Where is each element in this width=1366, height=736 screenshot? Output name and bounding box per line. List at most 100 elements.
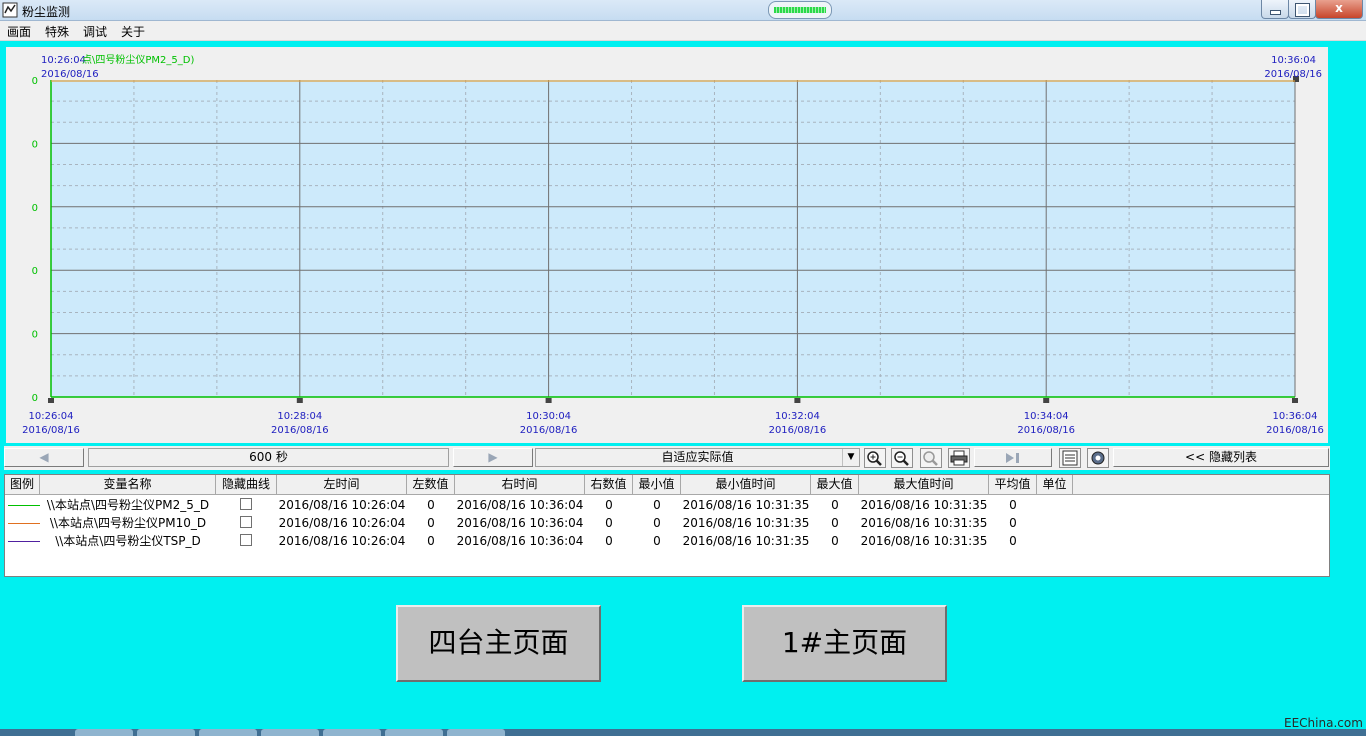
- scroll-left-button[interactable]: ◀: [4, 448, 84, 467]
- zoom-out-icon: [894, 451, 909, 466]
- x-tick-mark: [794, 398, 801, 403]
- chart-canvas[interactable]: 0 0 0 0 0 0 10:26:04 2016/08/16 10:28:04 2016/08…: [6, 47, 1328, 443]
- x-tick-date: 2016/08/16: [271, 425, 329, 436]
- menu-item-special[interactable]: 特殊: [45, 23, 69, 40]
- x-tick-date: 2016/08/16: [1266, 425, 1324, 436]
- y-tick-label: 0: [32, 266, 38, 277]
- app-icon: [2, 2, 18, 18]
- scroll-right-button[interactable]: ▶: [453, 448, 533, 467]
- cell-avg: 0: [1009, 516, 1017, 530]
- header-left-date: 2016/08/16: [41, 69, 99, 80]
- y-tick-label: 0: [32, 393, 38, 404]
- x-tick-mark: [1292, 398, 1298, 403]
- column-header-average[interactable]: 平均值: [989, 475, 1037, 495]
- zoom-out-button[interactable]: [891, 448, 913, 468]
- x-tick-date: 2016/08/16: [769, 425, 827, 436]
- column-header-left-value[interactable]: 左数值: [407, 475, 455, 495]
- minimize-button[interactable]: [1261, 0, 1289, 19]
- chevron-down-icon[interactable]: ▼: [842, 449, 859, 466]
- legend-swatch: [8, 523, 40, 524]
- hide-curve-checkbox[interactable]: [240, 534, 252, 546]
- table-row[interactable]: \\本站点\四号粉尘仪PM2_5_D 2016/08/16 10:26:04 0 20…: [5, 496, 1329, 514]
- play-pause-icon: [1006, 453, 1019, 463]
- scale-mode-select[interactable]: 自适应实际值 ▼: [535, 448, 860, 467]
- x-tick-time: 10:26:04: [29, 411, 74, 422]
- gear-icon: [1091, 451, 1105, 465]
- plot-area: [51, 80, 1295, 397]
- x-tick-date: 2016/08/16: [520, 425, 578, 436]
- unit-1-main-page-button[interactable]: 1#主页面: [742, 605, 947, 682]
- zoom-reset-icon: [923, 451, 938, 466]
- x-tick-mark: [48, 398, 54, 403]
- window-title: 粉尘监测: [22, 5, 71, 19]
- column-header-filler: [1073, 475, 1329, 495]
- column-header-variable[interactable]: 变量名称: [40, 475, 216, 495]
- taskbar-item[interactable]: [447, 729, 505, 736]
- hide-curve-checkbox[interactable]: [240, 516, 252, 528]
- column-header-left-time[interactable]: 左时间: [277, 475, 407, 495]
- watermark: EEChina.com: [1284, 716, 1363, 730]
- menu-item-screen[interactable]: 画面: [7, 23, 31, 40]
- taskbar-item[interactable]: [261, 729, 319, 736]
- close-icon: x: [1335, 1, 1343, 15]
- trend-chart: 0 0 0 0 0 0 10:26:04 2016/08/16 10:28:04 2016/08…: [6, 47, 1328, 443]
- y-tick-label: 0: [32, 139, 38, 150]
- taskbar-item[interactable]: [199, 729, 257, 736]
- x-tick-mark: [545, 398, 552, 403]
- column-header-legend[interactable]: 图例: [5, 475, 40, 495]
- left-arrow-icon: ◀: [39, 450, 49, 464]
- column-header-right-time[interactable]: 右时间: [455, 475, 585, 495]
- zoom-in-icon: [867, 451, 882, 466]
- legend-swatch: [8, 541, 40, 542]
- column-header-min[interactable]: 最小值: [633, 475, 681, 495]
- maximize-button[interactable]: [1288, 0, 1316, 19]
- four-unit-main-page-button[interactable]: 四台主页面: [396, 605, 601, 682]
- x-tick-time: 10:34:04: [1024, 411, 1069, 422]
- taskbar-item[interactable]: [75, 729, 133, 736]
- y-tick-label: 0: [32, 203, 38, 214]
- table-row[interactable]: \\本站点\四号粉尘仪PM10_D 2016/08/16 10:26:04 0 201…: [5, 514, 1329, 532]
- x-tick-time: 10:36:04: [1273, 411, 1318, 422]
- x-tick-mark: [1043, 398, 1050, 403]
- duration-field[interactable]: 600 秒: [88, 448, 449, 467]
- zoom-in-button[interactable]: [864, 448, 886, 468]
- variable-name: \\本站点\四号粉尘仪PM10_D: [49, 516, 207, 530]
- column-header-max[interactable]: 最大值: [811, 475, 859, 495]
- x-tick-time: 10:28:04: [277, 411, 322, 422]
- header-left-time: 10:26:04: [41, 55, 86, 66]
- menu-item-debug[interactable]: 调试: [83, 23, 107, 40]
- close-button[interactable]: x: [1315, 0, 1363, 19]
- series-table: 图例 变量名称 隐藏曲线 左时间 左数值 右时间 右数值 最小值 最小值时间 最…: [4, 474, 1330, 577]
- header-right-time: 10:36:04: [1271, 55, 1316, 66]
- taskbar-item[interactable]: [137, 729, 195, 736]
- settings-button[interactable]: [1087, 448, 1109, 468]
- menu-bar: 画面 特殊 调试 关于: [0, 21, 1366, 41]
- header-series-label: 点\四号粉尘仪PM2_5_D): [82, 53, 194, 66]
- right-arrow-icon: ▶: [488, 450, 498, 464]
- cell-avg: 0: [1009, 498, 1017, 512]
- header-right-date: 2016/08/16: [1264, 69, 1322, 80]
- x-tick-time: 10:30:04: [526, 411, 571, 422]
- taskbar-item[interactable]: [385, 729, 443, 736]
- variable-name: \\本站点\四号粉尘仪TSP_D: [55, 534, 201, 548]
- column-header-min-time[interactable]: 最小值时间: [681, 475, 811, 495]
- x-tick-date: 2016/08/16: [1017, 425, 1075, 436]
- hide-curve-checkbox[interactable]: [240, 498, 252, 510]
- notes-button[interactable]: [1059, 448, 1081, 468]
- column-header-unit[interactable]: 单位: [1037, 475, 1073, 495]
- y-tick-label: 0: [32, 330, 38, 341]
- notepad-icon: [1062, 450, 1078, 466]
- zoom-reset-button[interactable]: [920, 448, 942, 468]
- column-header-max-time[interactable]: 最大值时间: [859, 475, 989, 495]
- column-header-right-value[interactable]: 右数值: [585, 475, 633, 495]
- play-pause-button[interactable]: [974, 448, 1052, 467]
- taskbar-item[interactable]: [323, 729, 381, 736]
- table-row[interactable]: \\本站点\四号粉尘仪TSP_D 2016/08/16 10:26:04 0 2016…: [5, 532, 1329, 550]
- hide-list-button[interactable]: << 隐藏列表: [1113, 448, 1329, 467]
- menu-item-about[interactable]: 关于: [121, 23, 145, 40]
- print-button[interactable]: [948, 448, 970, 468]
- legend-swatch: [8, 505, 40, 506]
- column-header-hide-curve[interactable]: 隐藏曲线: [216, 475, 277, 495]
- variable-name: \\本站点\四号粉尘仪PM2_5_D: [46, 498, 210, 512]
- progress-indicator: [768, 1, 832, 19]
